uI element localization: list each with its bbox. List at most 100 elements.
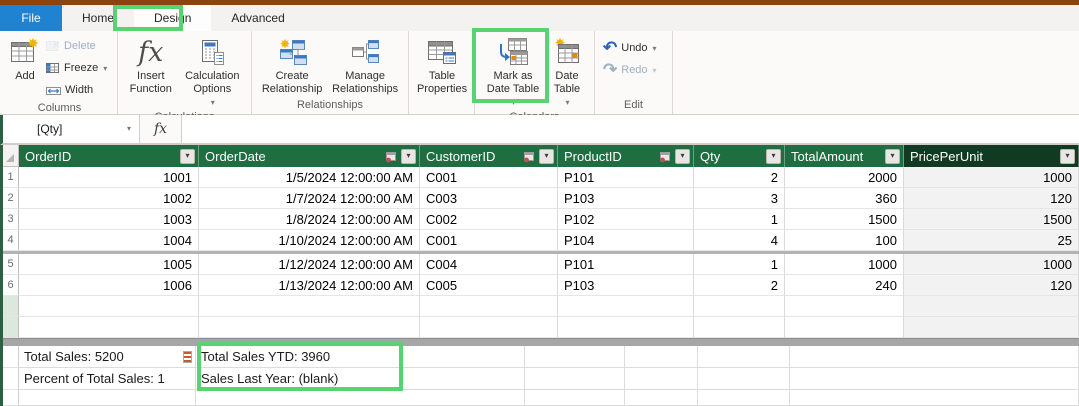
cell[interactable]	[420, 317, 558, 338]
cell[interactable]	[199, 317, 420, 338]
cell[interactable]: 240	[785, 275, 904, 296]
cell[interactable]	[420, 296, 558, 317]
insert-function-button[interactable]: fx Insert Function	[123, 33, 179, 97]
measure-cell[interactable]	[525, 346, 625, 368]
cell[interactable]: 1000	[904, 167, 1079, 188]
cell[interactable]: 1500	[785, 209, 904, 230]
cell[interactable]	[558, 317, 694, 338]
measure-cell[interactable]	[698, 368, 790, 390]
measure-cell[interactable]	[790, 390, 1079, 406]
cell[interactable]: 1/12/2024 12:00:00 AM	[199, 254, 420, 275]
measure-cell-percent-of-total[interactable]: Percent of Total Sales: 1	[19, 368, 196, 390]
measure-cell[interactable]	[625, 390, 698, 406]
measure-row-header[interactable]	[3, 346, 19, 368]
cell[interactable]	[199, 296, 420, 317]
filter-button[interactable]: ▾	[675, 148, 690, 164]
table-properties-button[interactable]: Table Properties	[414, 33, 470, 97]
column-header-orderid[interactable]: OrderID ▾	[19, 145, 199, 167]
cell[interactable]: 1000	[904, 254, 1079, 275]
cell[interactable]: 1004	[19, 230, 199, 251]
filter-button[interactable]: ▾	[766, 148, 781, 164]
measure-cell[interactable]	[19, 390, 196, 406]
row-header[interactable]: 3	[3, 209, 19, 230]
cell[interactable]	[904, 296, 1079, 317]
measure-cell-total-sales-ytd[interactable]: Total Sales YTD: 3960	[196, 346, 525, 368]
filter-button[interactable]: ▾	[401, 148, 416, 164]
cell[interactable]: 4	[694, 230, 785, 251]
cell[interactable]	[558, 296, 694, 317]
tab-file[interactable]: File	[0, 5, 62, 31]
column-header-qty[interactable]: Qty ▾	[694, 145, 785, 167]
measure-cell[interactable]	[625, 368, 698, 390]
cell[interactable]: P104	[558, 230, 694, 251]
redo-button[interactable]: ↷ Redo ▾	[600, 59, 660, 81]
measure-cell[interactable]	[525, 368, 625, 390]
measure-cell[interactable]	[698, 346, 790, 368]
cell[interactable]: 1/8/2024 12:00:00 AM	[199, 209, 420, 230]
row-header[interactable]: 1	[3, 167, 19, 188]
fx-button[interactable]: fx	[140, 115, 182, 143]
measure-cell[interactable]	[698, 390, 790, 406]
filter-button[interactable]: ▾	[539, 148, 554, 164]
tab-advanced[interactable]: Advanced	[211, 5, 304, 31]
cell[interactable]: 1006	[19, 275, 199, 296]
cell[interactable]: C001	[420, 230, 558, 251]
chevron-down-icon[interactable]: ▾	[127, 124, 131, 133]
cell[interactable]: C005	[420, 275, 558, 296]
measure-row-header[interactable]	[3, 390, 19, 406]
measure-cell[interactable]	[790, 346, 1079, 368]
freeze-column-button[interactable]: Freeze ▾	[43, 57, 110, 79]
tab-home[interactable]: Home	[62, 5, 134, 31]
cell[interactable]	[904, 317, 1079, 338]
cell[interactable]: 1000	[785, 254, 904, 275]
cell[interactable]: 2	[694, 167, 785, 188]
row-header[interactable]: 4	[3, 230, 19, 251]
cell[interactable]: 1/13/2024 12:00:00 AM	[199, 275, 420, 296]
cell[interactable]	[694, 317, 785, 338]
cell[interactable]: 3	[694, 188, 785, 209]
measure-cell[interactable]	[196, 390, 525, 406]
cell[interactable]: 100	[785, 230, 904, 251]
cell[interactable]	[19, 317, 199, 338]
cell[interactable]: 1001	[19, 167, 199, 188]
cell[interactable]: P101	[558, 254, 694, 275]
cell[interactable]: C003	[420, 188, 558, 209]
cell[interactable]: 25	[904, 230, 1079, 251]
cell[interactable]: C004	[420, 254, 558, 275]
cell[interactable]: P101	[558, 167, 694, 188]
measure-cell[interactable]	[625, 346, 698, 368]
manage-relationships-button[interactable]: Manage Relationships	[327, 33, 403, 97]
tab-design[interactable]: Design	[134, 5, 212, 31]
cell[interactable]: 1005	[19, 254, 199, 275]
cell[interactable]: C002	[420, 209, 558, 230]
row-header[interactable]	[3, 296, 19, 317]
column-header-totalamount[interactable]: TotalAmount ▾	[785, 145, 904, 167]
cell[interactable]: 2000	[785, 167, 904, 188]
column-header-orderdate[interactable]: OrderDate ▾	[199, 145, 420, 167]
add-column-button[interactable]: Add	[7, 33, 43, 84]
name-box[interactable]: [Qty] ▾	[3, 115, 140, 143]
measure-row-header[interactable]	[3, 368, 19, 390]
measure-grid-splitter[interactable]	[3, 338, 1079, 346]
cell[interactable]: 360	[785, 188, 904, 209]
cell[interactable]	[785, 296, 904, 317]
measure-cell[interactable]	[525, 390, 625, 406]
cell[interactable]: 1/7/2024 12:00:00 AM	[199, 188, 420, 209]
select-all-corner[interactable]	[3, 145, 19, 167]
mark-as-date-table-button[interactable]: Mark as Date Table ▾	[480, 33, 546, 110]
filter-button[interactable]: ▾	[885, 148, 900, 164]
row-header[interactable]	[3, 317, 19, 338]
cell[interactable]: 120	[904, 188, 1079, 209]
cell[interactable]: P102	[558, 209, 694, 230]
cell[interactable]: 1002	[19, 188, 199, 209]
cell[interactable]: 1	[694, 209, 785, 230]
row-header[interactable]: 2	[3, 188, 19, 209]
date-table-button[interactable]: Date Table ▾	[546, 33, 588, 110]
cell[interactable]	[785, 317, 904, 338]
column-header-productid[interactable]: ProductID ▾	[558, 145, 694, 167]
calculation-options-button[interactable]: Calculation Options ▾	[179, 33, 246, 110]
cell[interactable]: 120	[904, 275, 1079, 296]
cell[interactable]: 1	[694, 254, 785, 275]
row-header[interactable]: 6	[3, 275, 19, 296]
filter-button[interactable]: ▾	[1060, 148, 1075, 164]
